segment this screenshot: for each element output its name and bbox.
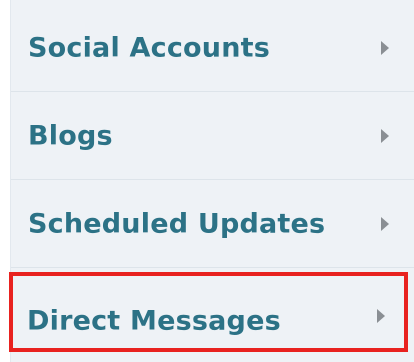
menu-item-label: Direct Messages bbox=[27, 305, 281, 337]
menu-item-label: Blogs bbox=[28, 120, 113, 151]
chevron-right-icon bbox=[381, 128, 389, 143]
chevron-right-icon bbox=[381, 40, 389, 55]
chevron-right-icon bbox=[377, 309, 385, 324]
menu-item-social-accounts[interactable]: Social Accounts bbox=[11, 4, 414, 92]
menu-item-label: Social Accounts bbox=[28, 32, 271, 63]
sidebar-menu: Social Accounts Blogs Scheduled Updates … bbox=[10, 0, 414, 362]
chevron-right-icon bbox=[381, 216, 389, 231]
menu-item-blogs[interactable]: Blogs bbox=[11, 92, 414, 180]
menu-item-scheduled-updates[interactable]: Scheduled Updates bbox=[11, 180, 414, 268]
menu-item-direct-messages[interactable]: Direct Messages bbox=[11, 268, 414, 356]
menu-item-label: Scheduled Updates bbox=[28, 208, 326, 239]
